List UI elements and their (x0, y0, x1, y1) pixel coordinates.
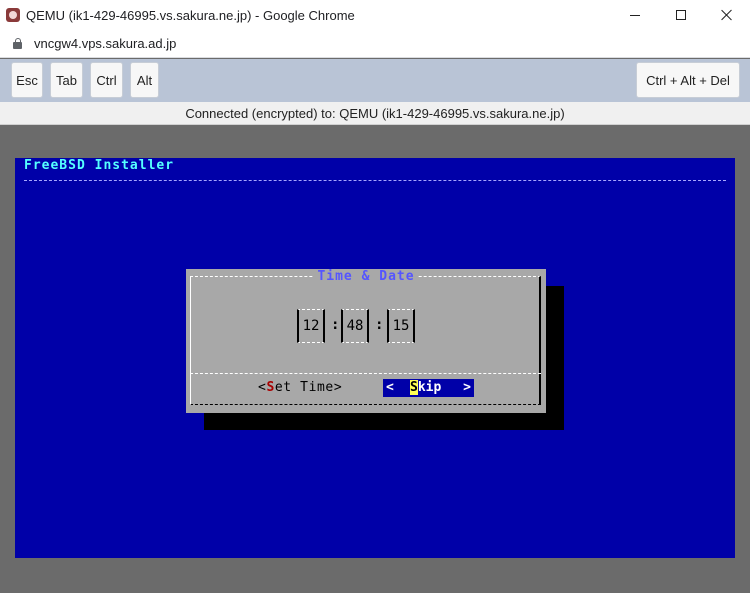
skip-rest: kip (417, 380, 442, 395)
minimize-icon (630, 14, 640, 16)
second-field[interactable]: 15 (387, 309, 415, 343)
minute-field[interactable]: 48 (341, 309, 369, 343)
title-divider (24, 180, 726, 181)
close-button[interactable] (704, 0, 750, 30)
vnc-key-toolbar: Esc Tab Ctrl Alt Ctrl + Alt + Del (0, 59, 750, 102)
alt-key-button[interactable]: Alt (130, 62, 159, 98)
time-date-dialog: Time & Date 12 : 48 : 15 <Set Time> < Sk… (186, 269, 546, 413)
vnc-screen[interactable]: FreeBSD Installer Time & Date 12 : 48 : … (15, 158, 735, 558)
skip-button[interactable]: < Skip > (383, 379, 474, 397)
window-controls (612, 0, 750, 30)
dialog-title-text: Time & Date (314, 269, 418, 284)
skip-left-bracket: < (386, 380, 394, 395)
set-time-button[interactable]: <Set Time> (258, 379, 342, 397)
skip-hotkey: S (410, 380, 418, 395)
chrome-app-icon (6, 8, 20, 22)
maximize-icon (676, 10, 686, 20)
dialog-title: Time & Date (186, 269, 546, 285)
address-bar[interactable]: vncgw4.vps.sakura.ad.jp (0, 30, 750, 58)
set-time-hotkey: S (266, 380, 275, 395)
tab-key-button[interactable]: Tab (50, 62, 83, 98)
skip-right-bracket: > (463, 380, 471, 395)
time-separator: : (331, 317, 340, 333)
installer-title: FreeBSD Installer (24, 158, 175, 173)
button-divider (190, 373, 541, 374)
minimize-button[interactable] (612, 0, 658, 30)
ctrl-key-button[interactable]: Ctrl (90, 62, 123, 98)
maximize-button[interactable] (658, 0, 704, 30)
time-separator: : (375, 317, 384, 333)
skip-label: Skip (410, 379, 441, 397)
close-icon (721, 9, 733, 21)
browser-title-bar: QEMU (ik1-429-46995.vs.sakura.ne.jp) - G… (0, 0, 750, 30)
hour-field[interactable]: 12 (297, 309, 325, 343)
connection-status: Connected (encrypted) to: QEMU (ik1-429-… (0, 102, 750, 125)
esc-key-button[interactable]: Esc (11, 62, 43, 98)
lock-icon[interactable] (13, 38, 22, 49)
ctrl-alt-del-button[interactable]: Ctrl + Alt + Del (636, 62, 740, 98)
url-text[interactable]: vncgw4.vps.sakura.ad.jp (34, 36, 176, 51)
window-title: QEMU (ik1-429-46995.vs.sakura.ne.jp) - G… (26, 7, 355, 23)
set-time-rest: et Time> (274, 380, 343, 395)
